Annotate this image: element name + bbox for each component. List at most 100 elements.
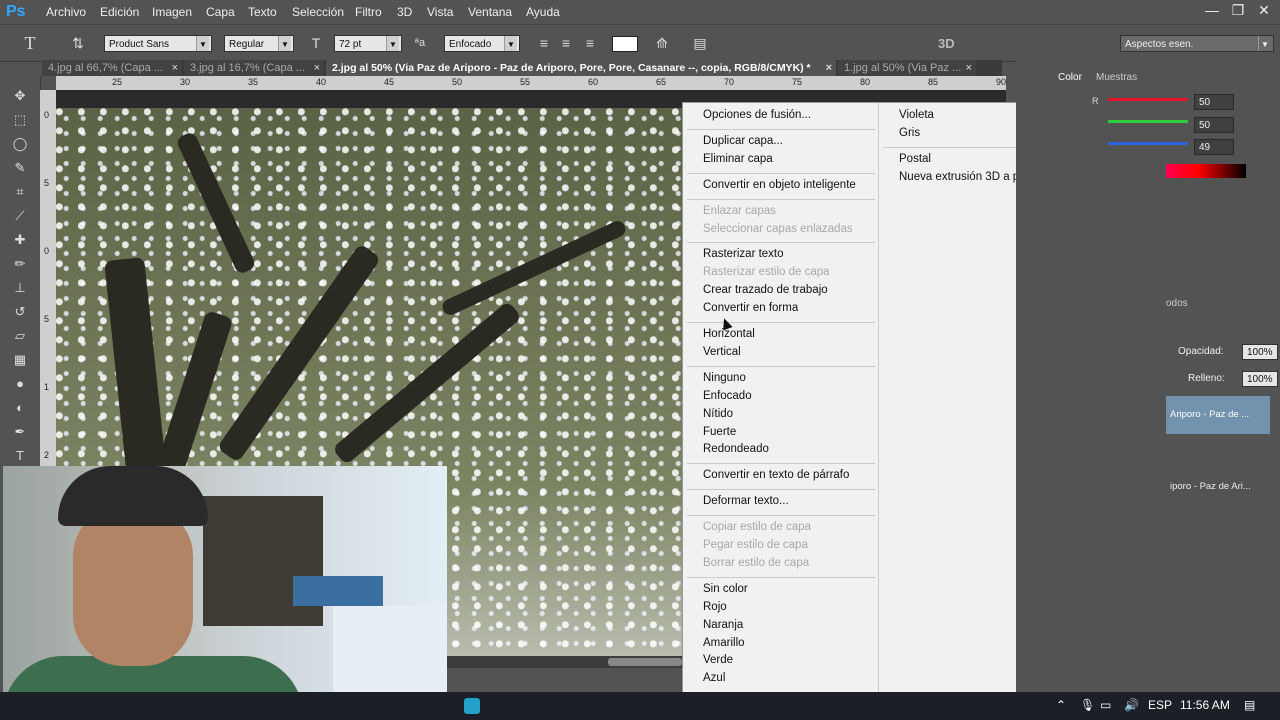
- context-menu-item[interactable]: Naranja: [703, 618, 743, 632]
- context-menu-item[interactable]: Nítido: [703, 407, 733, 421]
- b-value-field[interactable]: 49: [1194, 139, 1234, 155]
- history-brush-icon[interactable]: ↺: [10, 302, 30, 322]
- context-menu-item[interactable]: Duplicar capa...: [703, 134, 783, 148]
- context-menu-item[interactable]: Rasterizar texto: [703, 247, 784, 261]
- microphone-icon[interactable]: 🎙: [1080, 698, 1095, 712]
- context-menu-item[interactable]: Azul: [703, 671, 725, 685]
- menu-item[interactable]: Filtro: [355, 5, 382, 19]
- app-icon[interactable]: [464, 698, 480, 714]
- 3d-mode-label[interactable]: 3D: [938, 36, 955, 51]
- context-menu-item[interactable]: Horizontal: [703, 327, 755, 341]
- move-tool-icon[interactable]: ✥: [10, 86, 30, 106]
- menu-item[interactable]: Ayuda: [526, 5, 560, 19]
- eyedropper-icon[interactable]: ⟋: [10, 206, 30, 226]
- layers-tab-label[interactable]: odos: [1166, 298, 1188, 309]
- context-menu-item[interactable]: Convertir en texto de párrafo: [703, 468, 849, 482]
- tab-1jpg[interactable]: 1.jpg al 50% (Via Paz ... ×: [838, 60, 976, 76]
- menu-item[interactable]: Imagen: [152, 5, 192, 19]
- menu-item[interactable]: Ventana: [468, 5, 512, 19]
- g-value-field[interactable]: 50: [1194, 117, 1234, 133]
- type-tool-icon[interactable]: T: [10, 446, 30, 466]
- layer-row[interactable]: iporo - Paz de Ari...: [1166, 474, 1270, 500]
- menu-item[interactable]: Capa: [206, 5, 235, 19]
- context-menu-item[interactable]: Fuerte: [703, 425, 736, 439]
- context-menu-item[interactable]: Convertir en objeto inteligente: [703, 178, 856, 192]
- lasso-tool-icon[interactable]: ◯: [10, 134, 30, 154]
- context-menu-item[interactable]: Crear trazado de trabajo: [703, 283, 828, 297]
- context-menu-item[interactable]: Convertir en forma: [703, 301, 798, 315]
- context-menu-item[interactable]: Opciones de fusión...: [703, 108, 811, 122]
- volume-icon[interactable]: 🔊: [1124, 698, 1139, 712]
- eraser-icon[interactable]: ▱: [10, 326, 30, 346]
- tab-color[interactable]: Color: [1054, 70, 1098, 86]
- submenu-item[interactable]: Postal: [899, 152, 931, 166]
- align-right-icon[interactable]: ≡: [580, 33, 600, 53]
- minimize-button[interactable]: —: [1200, 2, 1224, 20]
- r-value-field[interactable]: 50: [1194, 94, 1234, 110]
- menu-item[interactable]: Selección: [292, 5, 344, 19]
- submenu-item[interactable]: Gris: [899, 126, 920, 140]
- context-menu-item[interactable]: Vertical: [703, 345, 741, 359]
- dodge-tool-icon[interactable]: ◐: [10, 398, 30, 418]
- context-menu-item[interactable]: Redondeado: [703, 442, 769, 456]
- tab-3jpg[interactable]: 3.jpg al 16,7% (Capa ... ×: [184, 60, 324, 76]
- color-spectrum[interactable]: [1166, 164, 1246, 178]
- workspace-select[interactable]: Aspectos esen. ▼: [1120, 35, 1274, 52]
- context-menu-item[interactable]: Deformar texto...: [703, 494, 789, 508]
- font-family-select[interactable]: Product Sans ▼: [104, 35, 212, 52]
- context-menu-item[interactable]: Enfocado: [703, 389, 752, 403]
- language-indicator[interactable]: ESP: [1148, 698, 1172, 712]
- context-menu-item[interactable]: Amarillo: [703, 636, 745, 650]
- close-button[interactable]: ✕: [1252, 2, 1276, 20]
- context-menu-item[interactable]: Sin color: [703, 582, 748, 596]
- tab-4jpg[interactable]: 4.jpg al 66,7% (Capa ... ×: [42, 60, 182, 76]
- context-menu-item[interactable]: Verde: [703, 653, 733, 667]
- panels-toggle-icon[interactable]: ▤: [690, 33, 710, 53]
- b-slider[interactable]: [1108, 142, 1188, 145]
- align-left-icon[interactable]: ≡: [534, 33, 554, 53]
- menu-item[interactable]: Archivo: [46, 5, 86, 19]
- clone-stamp-icon[interactable]: ⊥: [10, 278, 30, 298]
- context-menu-item[interactable]: Eliminar capa: [703, 152, 773, 166]
- restore-button[interactable]: ❐: [1226, 2, 1250, 20]
- toggle-orientation-icon[interactable]: ⇅: [68, 33, 88, 53]
- context-menu-item[interactable]: Ninguno: [703, 371, 746, 385]
- marquee-tool-icon[interactable]: ⬚: [10, 110, 30, 130]
- quick-select-icon[interactable]: ✎: [10, 158, 30, 178]
- close-icon[interactable]: ×: [314, 60, 320, 76]
- notification-icon[interactable]: ▤: [1244, 698, 1255, 712]
- font-size-select[interactable]: 72 pt ▼: [334, 35, 402, 52]
- align-center-icon[interactable]: ≡: [556, 33, 576, 53]
- network-icon[interactable]: ▭: [1100, 698, 1111, 712]
- submenu-item[interactable]: Violeta: [899, 108, 934, 122]
- fill-field[interactable]: 100%: [1242, 371, 1278, 387]
- clock[interactable]: 11:56 AM: [1180, 698, 1230, 712]
- warp-text-icon[interactable]: ⟰: [652, 33, 672, 53]
- r-slider[interactable]: [1108, 98, 1188, 101]
- blur-tool-icon[interactable]: ●: [10, 374, 30, 394]
- close-icon[interactable]: ×: [826, 60, 832, 76]
- menu-item[interactable]: Edición: [100, 5, 139, 19]
- g-slider[interactable]: [1108, 120, 1188, 123]
- opacity-field[interactable]: 100%: [1242, 344, 1278, 360]
- healing-brush-icon[interactable]: ✚: [10, 230, 30, 250]
- close-icon[interactable]: ×: [966, 60, 972, 76]
- brush-tool-icon[interactable]: ✏: [10, 254, 30, 274]
- chevron-up-icon[interactable]: ⌃: [1056, 698, 1066, 712]
- close-icon[interactable]: ×: [172, 60, 178, 76]
- font-style-select[interactable]: Regular ▼: [224, 35, 294, 52]
- scrollbar-thumb[interactable]: [608, 658, 682, 666]
- menu-item[interactable]: Texto: [248, 5, 277, 19]
- crop-tool-icon[interactable]: ⌗: [10, 182, 30, 202]
- antialias-select[interactable]: Enfocado ▼: [444, 35, 520, 52]
- context-menu-item[interactable]: Rojo: [703, 600, 727, 614]
- menu-item[interactable]: Vista: [427, 5, 453, 19]
- menu-item[interactable]: 3D: [397, 5, 412, 19]
- pen-tool-icon[interactable]: ✒: [10, 422, 30, 442]
- gradient-tool-icon[interactable]: ▦: [10, 350, 30, 370]
- layer-row-selected[interactable]: Ariporo - Paz de ...: [1166, 396, 1270, 434]
- tab-2jpg-active[interactable]: 2.jpg al 50% (Via Paz de Ariporo - Paz d…: [326, 60, 836, 76]
- type-tool-icon[interactable]: T: [20, 33, 40, 53]
- tab-swatches[interactable]: Muestras: [1096, 70, 1137, 86]
- text-color-swatch[interactable]: [612, 36, 638, 52]
